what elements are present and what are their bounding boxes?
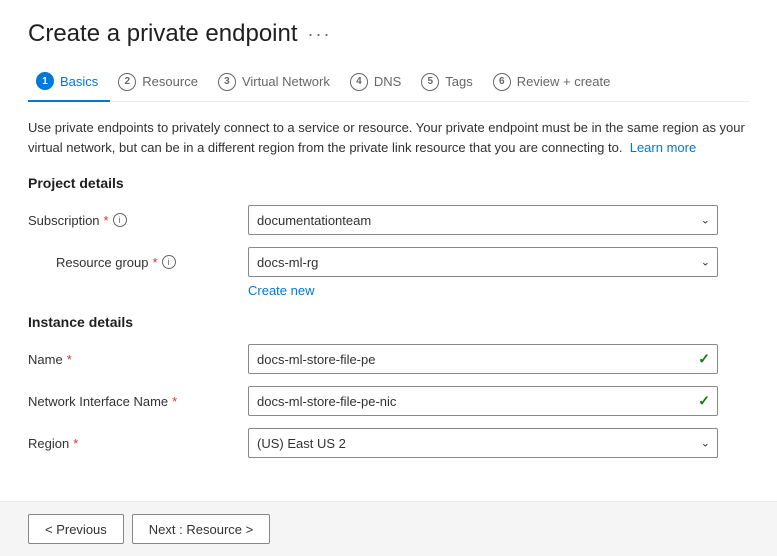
resource-group-dropdown-wrapper: docs-ml-rg ⌄	[248, 247, 718, 277]
project-details-section: Project details Subscription * i documen…	[28, 175, 749, 298]
step-label-resource: Resource	[142, 74, 198, 89]
subscription-info-icon[interactable]: i	[113, 213, 127, 227]
step-tags[interactable]: 5 Tags	[413, 65, 484, 101]
region-label: Region *	[28, 436, 248, 451]
instance-details-header: Instance details	[28, 314, 749, 330]
step-virtual-network[interactable]: 3 Virtual Network	[210, 65, 342, 101]
step-resource[interactable]: 2 Resource	[110, 65, 210, 101]
step-review-create[interactable]: 6 Review + create	[485, 65, 623, 101]
name-row: Name * ✓	[28, 344, 749, 374]
name-input-wrapper: ✓	[248, 344, 718, 374]
resource-group-label: Resource group * i	[56, 255, 248, 270]
name-input[interactable]	[248, 344, 718, 374]
learn-more-link[interactable]: Learn more	[630, 140, 696, 155]
nic-row: Network Interface Name * ✓	[28, 386, 749, 416]
step-circle-1: 1	[36, 72, 54, 90]
step-basics[interactable]: 1 Basics	[28, 64, 110, 102]
name-label: Name *	[28, 352, 248, 367]
step-label-review-create: Review + create	[517, 74, 611, 89]
region-row: Region * (US) East US 2 ⌄	[28, 428, 749, 458]
resource-group-info-icon[interactable]: i	[162, 255, 176, 269]
page-container: Create a private endpoint ··· 1 Basics 2…	[0, 0, 777, 556]
step-circle-2: 2	[118, 73, 136, 91]
subscription-dropdown-wrapper: documentationteam ⌄	[248, 205, 718, 235]
step-label-basics: Basics	[60, 74, 98, 89]
page-title-area: Create a private endpoint ···	[28, 20, 749, 48]
step-circle-5: 5	[421, 73, 439, 91]
name-required: *	[67, 352, 72, 367]
main-content: Create a private endpoint ··· 1 Basics 2…	[0, 0, 777, 501]
resource-group-row: Resource group * i docs-ml-rg ⌄	[28, 247, 749, 277]
page-title: Create a private endpoint	[28, 20, 298, 48]
page-title-dots: ···	[308, 24, 332, 45]
subscription-row: Subscription * i documentationteam ⌄	[28, 205, 749, 235]
step-circle-4: 4	[350, 73, 368, 91]
info-text: Use private endpoints to privately conne…	[28, 118, 749, 157]
project-details-header: Project details	[28, 175, 749, 191]
step-label-dns: DNS	[374, 74, 401, 89]
step-dns[interactable]: 4 DNS	[342, 65, 413, 101]
nic-label: Network Interface Name *	[28, 394, 248, 409]
previous-button[interactable]: < Previous	[28, 514, 124, 544]
nic-check-icon: ✓	[698, 393, 710, 410]
resource-group-select[interactable]: docs-ml-rg	[248, 247, 718, 277]
region-dropdown-wrapper: (US) East US 2 ⌄	[248, 428, 718, 458]
step-label-tags: Tags	[445, 74, 472, 89]
resource-group-required: *	[153, 255, 158, 270]
next-button[interactable]: Next : Resource >	[132, 514, 270, 544]
step-circle-3: 3	[218, 73, 236, 91]
step-circle-6: 6	[493, 73, 511, 91]
nic-input-wrapper: ✓	[248, 386, 718, 416]
region-required: *	[73, 436, 78, 451]
subscription-required: *	[104, 213, 109, 228]
footer: < Previous Next : Resource >	[0, 501, 777, 556]
subscription-label: Subscription * i	[28, 213, 248, 228]
nic-required: *	[172, 394, 177, 409]
steps-navigation: 1 Basics 2 Resource 3 Virtual Network 4 …	[28, 64, 749, 102]
subscription-select[interactable]: documentationteam	[248, 205, 718, 235]
instance-details-section: Instance details Name * ✓ Network Interf…	[28, 314, 749, 458]
region-select[interactable]: (US) East US 2	[248, 428, 718, 458]
step-label-virtual-network: Virtual Network	[242, 74, 330, 89]
nic-input[interactable]	[248, 386, 718, 416]
create-new-link[interactable]: Create new	[248, 283, 749, 298]
name-check-icon: ✓	[698, 351, 710, 368]
